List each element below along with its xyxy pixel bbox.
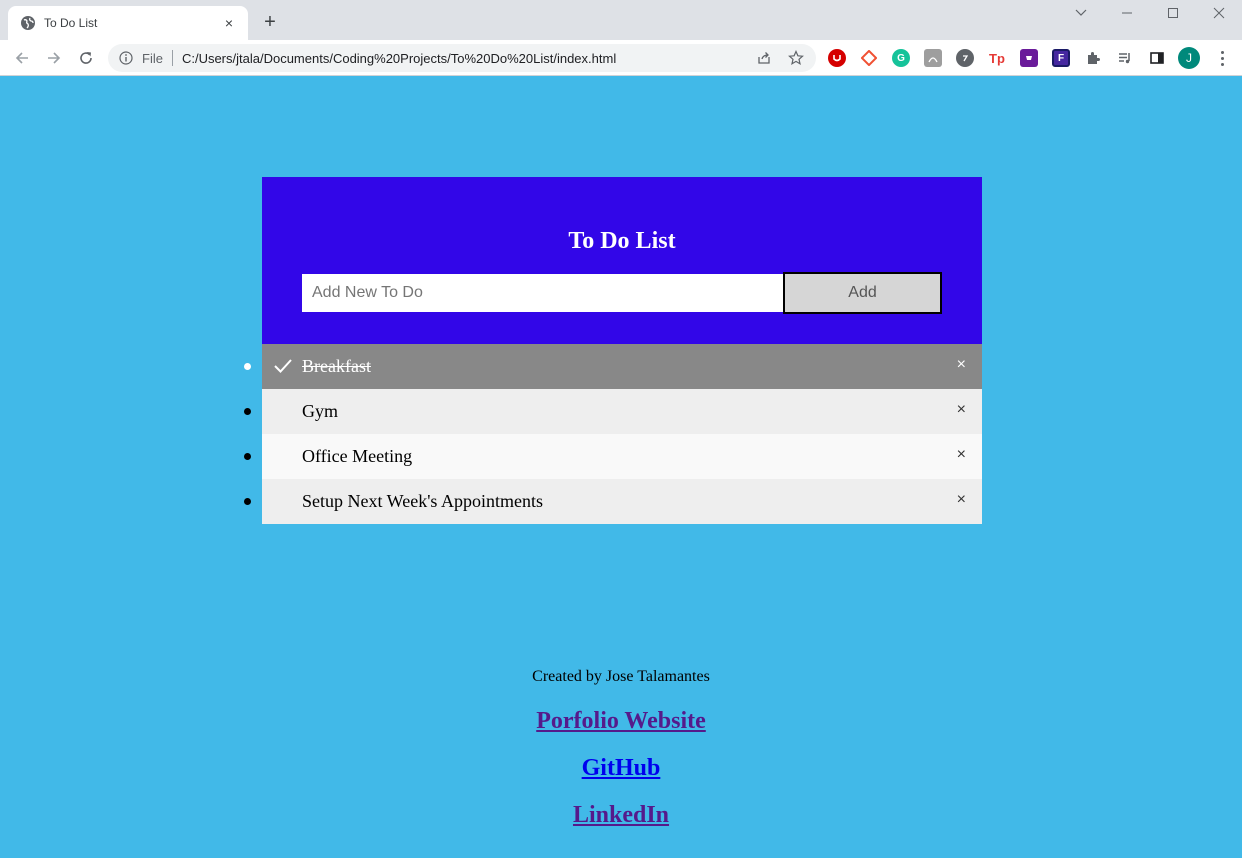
delete-item-icon[interactable]: × <box>957 356 966 374</box>
list-bullet <box>244 363 251 370</box>
tab-title: To Do List <box>44 16 98 30</box>
github-link[interactable]: GitHub <box>0 754 1242 782</box>
grammarly-icon[interactable]: G <box>892 49 910 67</box>
delete-item-icon[interactable]: × <box>957 446 966 464</box>
window-close-icon[interactable] <box>1196 0 1242 26</box>
share-icon[interactable] <box>752 46 776 70</box>
back-icon[interactable] <box>10 46 34 70</box>
tab-close-icon[interactable]: × <box>220 15 238 31</box>
globe-icon <box>20 15 36 31</box>
list-bullet <box>244 453 251 460</box>
tp-icon[interactable]: Tp <box>988 49 1006 67</box>
forward-icon[interactable] <box>42 46 66 70</box>
todo-header: To Do List Add <box>262 177 982 344</box>
todo-item-office-meeting[interactable]: Office Meeting × <box>244 434 982 479</box>
media-icon[interactable] <box>1116 49 1134 67</box>
address-divider <box>171 50 173 66</box>
ext-circle-icon[interactable] <box>956 49 974 67</box>
linkedin-link[interactable]: LinkedIn <box>0 801 1242 829</box>
todo-item-label: Gym <box>302 401 338 421</box>
sidepanel-icon[interactable] <box>1148 49 1166 67</box>
browser-tab[interactable]: To Do List × <box>8 6 248 40</box>
info-icon[interactable] <box>118 50 134 66</box>
add-button[interactable]: Add <box>783 272 942 314</box>
todo-item-gym[interactable]: Gym × <box>244 389 982 434</box>
list-bullet <box>244 408 251 415</box>
todo-item-breakfast[interactable]: Breakfast × <box>244 344 982 389</box>
credit-text: Created by Jose Talamantes <box>532 668 710 685</box>
todo-list: Breakfast × Gym × Office Meeting × Setup… <box>244 344 982 524</box>
delete-item-icon[interactable]: × <box>957 491 966 509</box>
tab-strip: To Do List × + <box>0 0 1242 40</box>
more-menu-icon[interactable] <box>1212 48 1232 68</box>
pdf-icon[interactable] <box>924 49 942 67</box>
url-text[interactable]: C:/Users/jtala/Documents/Coding%20Projec… <box>182 51 752 66</box>
git-icon[interactable] <box>860 49 878 67</box>
list-bullet <box>244 498 251 505</box>
purple-ext-icon[interactable] <box>1020 49 1038 67</box>
new-todo-input[interactable] <box>302 274 783 312</box>
new-tab-button[interactable]: + <box>258 10 282 34</box>
maximize-icon[interactable] <box>1150 0 1196 26</box>
checkmark-icon <box>273 357 293 375</box>
todo-item-appointments[interactable]: Setup Next Week's Appointments × <box>244 479 982 524</box>
f-ext-icon[interactable]: F <box>1052 49 1070 67</box>
ublock-icon[interactable] <box>828 49 846 67</box>
puzzle-icon[interactable] <box>1084 49 1102 67</box>
tab-search-icon[interactable] <box>1058 0 1104 26</box>
minimize-icon[interactable] <box>1104 0 1150 26</box>
todo-item-label: Breakfast <box>302 356 371 376</box>
todo-item-label: Setup Next Week's Appointments <box>302 491 543 511</box>
url-scheme-label: File <box>142 50 163 66</box>
page-footer: Created by Jose Talamantes Porfolio Webs… <box>0 666 1242 829</box>
address-bar[interactable]: File C:/Users/jtala/Documents/Coding%20P… <box>108 44 816 72</box>
portfolio-link[interactable]: Porfolio Website <box>0 707 1242 735</box>
bookmark-star-icon[interactable] <box>784 46 808 70</box>
reload-icon[interactable] <box>74 46 98 70</box>
page-title: To Do List <box>568 228 676 254</box>
todo-item-label: Office Meeting <box>302 446 413 466</box>
new-todo-row: Add <box>302 272 942 314</box>
todo-app: To Do List Add Breakfast × Gym × Office … <box>244 177 982 524</box>
avatar[interactable]: J <box>1178 47 1200 69</box>
browser-toolbar: File C:/Users/jtala/Documents/Coding%20P… <box>0 40 1242 76</box>
delete-item-icon[interactable]: × <box>957 401 966 419</box>
